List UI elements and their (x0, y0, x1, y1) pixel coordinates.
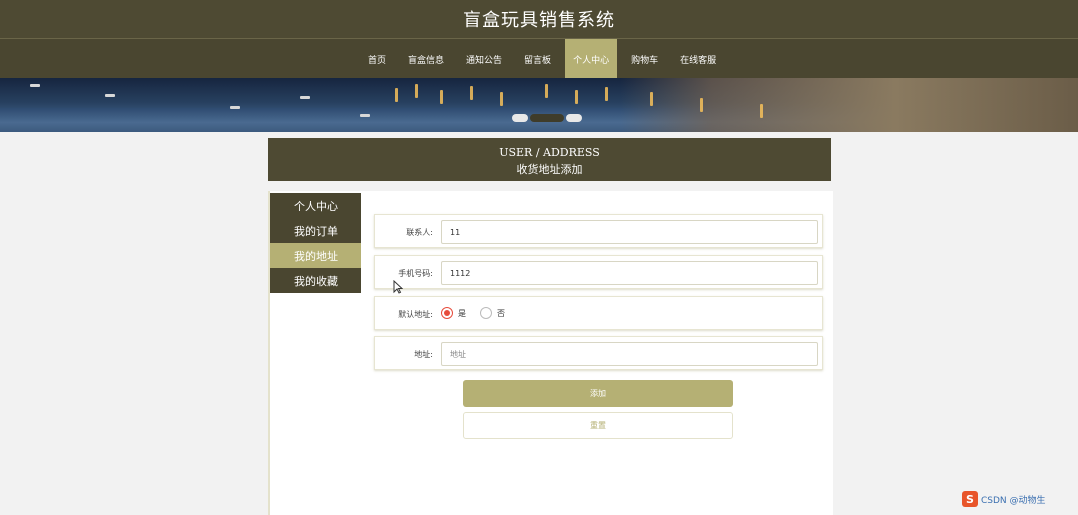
contact-label: 联系人: (406, 228, 433, 237)
banner-boat (105, 94, 115, 97)
banner-light (650, 92, 653, 106)
mouse-cursor-icon (393, 279, 404, 297)
default-address-radio-group: 是 否 (441, 307, 519, 319)
form-row-contact: 联系人: 11 (374, 214, 823, 248)
banner-boat (300, 96, 310, 99)
banner-light (605, 87, 608, 101)
banner-image (0, 78, 1078, 132)
main-nav: 首页 盲盒信息 通知公告 留言板 个人中心 购物车 在线客服 (0, 38, 1078, 79)
section-title-cn: 收货地址添加 (516, 163, 583, 176)
banner-light (760, 104, 763, 118)
carousel-dot-3[interactable] (566, 114, 582, 122)
form-row-address: 地址: 地址 (374, 336, 823, 370)
banner-light (700, 98, 703, 112)
banner-light (575, 90, 578, 104)
address-input[interactable]: 地址 (441, 342, 818, 366)
form-row-default-address: 默认地址: 是 否 (374, 296, 823, 330)
add-button[interactable]: 添加 (463, 380, 733, 407)
banner-light (500, 92, 503, 106)
sidebar-item-personal-center[interactable]: 个人中心 (270, 193, 361, 218)
contact-input[interactable]: 11 (441, 220, 818, 244)
banner-carousel-indicators (512, 114, 582, 122)
site-title: 盲盒玩具销售系统 (463, 10, 615, 31)
banner-boat (360, 114, 370, 117)
nav-item-cart[interactable]: 购物车 (623, 39, 666, 79)
reset-button[interactable]: 重置 (463, 412, 733, 439)
nav-item-online-service[interactable]: 在线客服 (672, 39, 724, 79)
sidebar-item-my-address[interactable]: 我的地址 (270, 243, 361, 268)
phone-input[interactable]: 1112 (441, 261, 818, 285)
banner-light (545, 84, 548, 98)
csdn-watermark: S CSDN @动物生 (962, 491, 1046, 507)
csdn-logo-icon: S (962, 491, 978, 507)
address-label: 地址: (414, 350, 433, 359)
banner-light (440, 90, 443, 104)
content-panel: 个人中心 我的订单 我的地址 我的收藏 联系人: 11 手机号码: 1112 默… (268, 191, 833, 515)
radio-yes[interactable] (441, 307, 453, 319)
nav-item-personal-center[interactable]: 个人中心 (565, 39, 618, 79)
user-sidebar: 个人中心 我的订单 我的地址 我的收藏 (270, 193, 361, 293)
radio-no-label[interactable]: 否 (497, 308, 505, 319)
banner-light (415, 84, 418, 98)
default-address-label: 默认地址: (398, 310, 433, 319)
carousel-dot-2[interactable] (530, 114, 564, 122)
banner-shore (620, 78, 1078, 132)
section-header: USER / ADDRESS 收货地址添加 (268, 138, 831, 181)
banner-boat (230, 106, 240, 109)
nav-item-notices[interactable]: 通知公告 (458, 39, 510, 79)
sidebar-item-my-favorites[interactable]: 我的收藏 (270, 268, 361, 293)
phone-label: 手机号码: (398, 269, 433, 278)
carousel-dot-1[interactable] (512, 114, 528, 122)
top-header: 盲盒玩具销售系统 (0, 0, 1078, 38)
section-title-en: USER / ADDRESS (499, 146, 600, 159)
radio-no[interactable] (480, 307, 492, 319)
banner-boat (30, 84, 40, 87)
watermark-text: CSDN @动物生 (981, 495, 1046, 506)
banner-light (470, 86, 473, 100)
banner-light (395, 88, 398, 102)
nav-item-home[interactable]: 首页 (360, 39, 394, 79)
nav-item-blindbox-info[interactable]: 盲盒信息 (400, 39, 452, 79)
nav-item-message-board[interactable]: 留言板 (516, 39, 559, 79)
radio-yes-label[interactable]: 是 (458, 308, 466, 319)
form-row-phone: 手机号码: 1112 (374, 255, 823, 289)
sidebar-item-my-orders[interactable]: 我的订单 (270, 218, 361, 243)
